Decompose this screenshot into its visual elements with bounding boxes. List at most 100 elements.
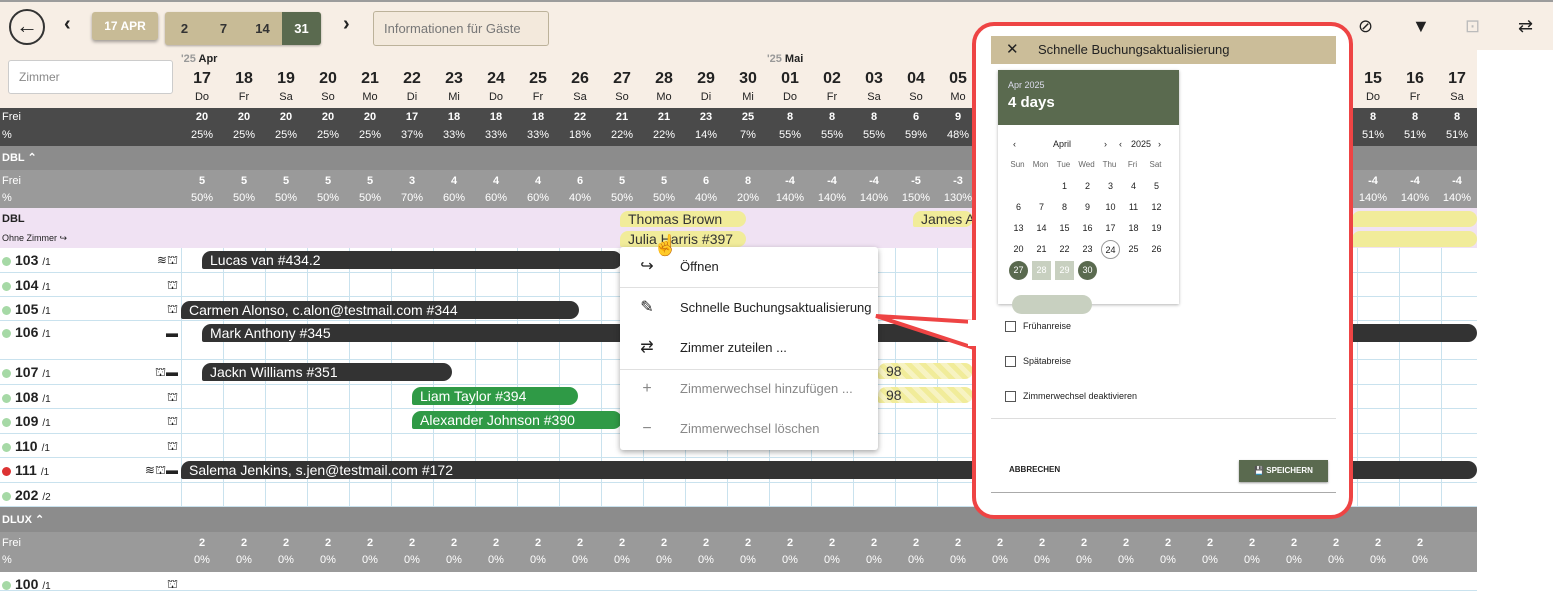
unassigned-booking[interactable]: James A: [913, 211, 973, 227]
calendar-day[interactable]: 21: [1032, 240, 1051, 259]
unassigned-booking-continued[interactable]: [1352, 211, 1477, 227]
assign-room-icon[interactable]: ⇄: [1518, 16, 1533, 37]
calendar-day[interactable]: 19: [1147, 219, 1166, 238]
calendar-day[interactable]: 14: [1032, 219, 1051, 238]
menu-item-assign-room[interactable]: ⇄ Zimmer zuteilen ...: [620, 328, 878, 368]
room-label[interactable]: 103/1: [2, 252, 51, 268]
booking-bar[interactable]: Liam Taylor #394: [412, 387, 578, 405]
booking-bar-pending[interactable]: 98: [878, 387, 973, 403]
chevron-right-icon[interactable]: ›: [343, 13, 350, 36]
unassigned-booking-continued[interactable]: [1352, 231, 1477, 247]
calendar-day[interactable]: 10: [1101, 198, 1120, 217]
day-name: Sa: [279, 91, 293, 103]
calendar-day[interactable]: 18: [1124, 219, 1143, 238]
calendar-day[interactable]: 16: [1078, 219, 1097, 238]
calendar-day[interactable]: 17: [1101, 219, 1120, 238]
availability-percent: 0%: [488, 554, 504, 566]
calendar-day[interactable]: 25: [1124, 240, 1143, 259]
calendar-day[interactable]: 13: [1009, 219, 1028, 238]
calendar-day[interactable]: 24: [1101, 240, 1120, 259]
room-search-input[interactable]: Zimmer: [8, 60, 173, 94]
availability-count: 2: [618, 537, 626, 549]
checkbox-late-departure[interactable]: Spätabreise: [1005, 356, 1071, 368]
room-label[interactable]: 106/1: [2, 324, 51, 340]
range-option[interactable]: 7: [204, 12, 243, 45]
calendar-day[interactable]: 12: [1147, 198, 1166, 217]
calendar-day[interactable]: 4: [1124, 177, 1143, 196]
month-select[interactable]: April: [1053, 139, 1071, 149]
panel-header: ✕ Schnelle Buchungsaktualisierung: [991, 36, 1336, 64]
day-name: So: [615, 91, 629, 103]
availability-percent: 0%: [1244, 554, 1260, 566]
year-select[interactable]: 2025: [1131, 139, 1151, 149]
room-status-dot: [2, 580, 11, 590]
calendar-day[interactable]: 9: [1078, 198, 1097, 217]
calendar-day[interactable]: 30: [1078, 261, 1097, 280]
room-label[interactable]: 202/2: [2, 487, 51, 503]
calendar-day[interactable]: 22: [1055, 240, 1074, 259]
calendar-day[interactable]: 5: [1147, 177, 1166, 196]
prev-year-icon[interactable]: ‹: [1119, 139, 1122, 149]
unassigned-booking[interactable]: Thomas Brown: [620, 211, 746, 227]
availability-percent: 55%: [862, 129, 886, 141]
calendar-day[interactable]: 23: [1078, 240, 1097, 259]
calendar-day[interactable]: 2: [1078, 177, 1097, 196]
calendar-day[interactable]: 26: [1147, 240, 1166, 259]
menu-item-quick-update[interactable]: ✎ Schnelle Buchungsaktualisierung ...: [620, 288, 878, 355]
calendar-day[interactable]: 6: [1009, 198, 1028, 217]
room-label[interactable]: 105/1: [2, 301, 51, 317]
checkbox-disable-room-change[interactable]: Zimmerwechsel deaktivieren: [1005, 391, 1137, 403]
booking-bar[interactable]: Alexander Johnson #390: [412, 411, 622, 429]
close-icon[interactable]: ✕: [1006, 36, 1019, 64]
room-label[interactable]: 104/1: [2, 277, 51, 293]
checkbox-early-arrival[interactable]: Frühanreise: [1005, 321, 1071, 333]
arrow-left-icon[interactable]: ←: [9, 9, 45, 45]
availability-percent: 60%: [484, 192, 508, 204]
room-feature-icons: ⛫: [166, 390, 178, 404]
next-month-icon[interactable]: ›: [1104, 139, 1107, 149]
focus-icon[interactable]: ⊡: [1465, 16, 1480, 37]
calendar-day[interactable]: 1: [1055, 177, 1074, 196]
day-number: 01: [781, 70, 799, 87]
date-button[interactable]: 17 APR: [92, 12, 158, 40]
room-label[interactable]: 100/1: [2, 576, 51, 591]
calendar-day[interactable]: 29: [1055, 261, 1074, 280]
cancel-button[interactable]: ABBRECHEN: [1009, 465, 1060, 474]
range-option[interactable]: 2: [165, 12, 204, 45]
availability-count: 20: [237, 111, 251, 123]
day-number: 22: [403, 70, 421, 87]
booking-bar-pending[interactable]: 98: [878, 363, 973, 379]
booking-bar[interactable]: Lucas van #434.2: [202, 251, 622, 269]
calendar-day[interactable]: 15: [1055, 219, 1074, 238]
room-label[interactable]: 109/1: [2, 413, 51, 429]
calendar-day[interactable]: 28: [1032, 261, 1051, 280]
calendar-day[interactable]: 7: [1032, 198, 1051, 217]
guest-info-field[interactable]: Informationen für Gäste: [373, 11, 549, 46]
prev-month-icon[interactable]: ‹: [1013, 139, 1016, 149]
room-feature-icons: ▬: [166, 326, 178, 340]
unassigned-booking[interactable]: Julia Harris #397: [620, 231, 746, 247]
save-button[interactable]: 💾 SPEICHERN: [1239, 460, 1328, 482]
booking-bar[interactable]: Carmen Alonso, c.alon@testmail.com #344: [181, 301, 579, 319]
room-label[interactable]: 111/1: [2, 462, 49, 478]
availability-count: 2: [1164, 537, 1172, 549]
chevron-left-icon[interactable]: ‹: [64, 13, 71, 36]
availability-percent: 0%: [1160, 554, 1176, 566]
filter-remove-icon[interactable]: ⊘: [1358, 16, 1373, 37]
room-label[interactable]: 108/1: [2, 389, 51, 405]
room-label[interactable]: 107/1: [2, 364, 51, 380]
room-feature-icons: ⛫▬: [154, 365, 178, 379]
room-status-dot: [2, 442, 11, 452]
range-option-active[interactable]: 31: [282, 12, 321, 45]
calendar-day[interactable]: 8: [1055, 198, 1074, 217]
room-label[interactable]: 110/1: [2, 438, 50, 454]
calendar-day[interactable]: 3: [1101, 177, 1120, 196]
range-option[interactable]: 14: [243, 12, 282, 45]
next-year-icon[interactable]: ›: [1158, 139, 1161, 149]
filter-icon[interactable]: ▼: [1412, 16, 1430, 37]
calendar-day[interactable]: 11: [1124, 198, 1143, 217]
day-number: 17: [1448, 70, 1466, 87]
booking-bar[interactable]: Jackn Williams #351: [202, 363, 452, 381]
calendar-day[interactable]: 27: [1009, 261, 1028, 280]
calendar-day[interactable]: 20: [1009, 240, 1028, 259]
